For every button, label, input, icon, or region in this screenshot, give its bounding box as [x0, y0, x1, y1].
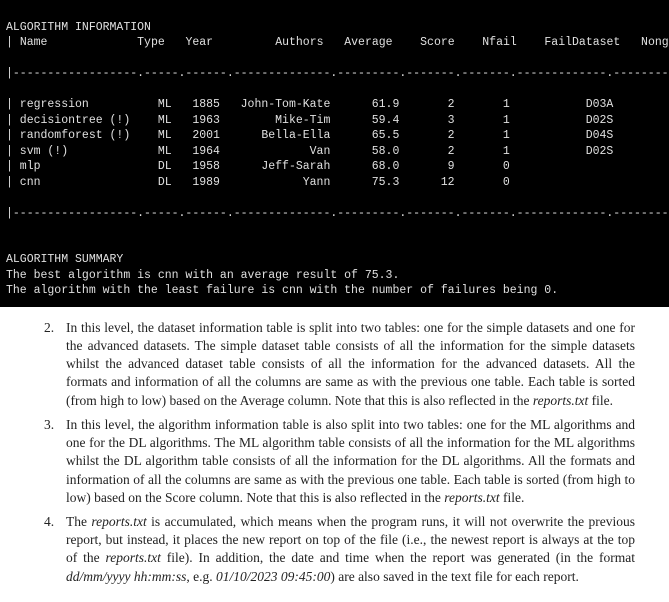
- list-item: 3. In this level, the algorithm informati…: [44, 416, 635, 507]
- col-score: Score: [420, 36, 455, 49]
- numbered-list: 2.In this level, the dataset information…: [44, 319, 635, 586]
- italic-text: reports.txt: [105, 550, 160, 565]
- list-number: 4.: [44, 513, 54, 531]
- table-row: | mlp DL 1958 Jeff-Sarah 68.0 9 0 1 |: [6, 159, 663, 175]
- col-faildataset: FailDataset: [544, 36, 620, 49]
- list-number: 2.: [44, 319, 54, 337]
- body-text: In this level, the algorithm information…: [66, 417, 635, 505]
- table-row: | randomforest (!) ML 2001 Bella-Ella 65…: [6, 128, 663, 144]
- body-text: ) are also saved in the text file for ea…: [330, 569, 579, 584]
- terminal-panel: ALGORITHM INFORMATION | Name Type Year A…: [0, 0, 669, 307]
- list-item: 2.In this level, the dataset information…: [44, 319, 635, 410]
- table-row: | cnn DL 1989 Yann 75.3 12 0 1 |: [6, 175, 663, 191]
- summary-line-2: The algorithm with the least failure is …: [6, 284, 558, 297]
- col-average: Average: [344, 36, 392, 49]
- italic-text: reports.txt: [533, 393, 588, 408]
- italic-text: 01/10/2023 09:45:00: [216, 569, 330, 584]
- table-separator: |------------------.-----.------.-------…: [6, 66, 663, 82]
- body-text: file). In addition, the date and time wh…: [161, 550, 635, 565]
- col-name: Name: [20, 36, 48, 49]
- italic-text: dd/mm/yyyy hh:mm:ss: [66, 569, 186, 584]
- italic-text: reports.txt: [444, 490, 499, 505]
- table-row: | regression ML 1885 John-Tom-Kate 61.9 …: [6, 97, 663, 113]
- body-text: , e.g.: [186, 569, 216, 584]
- col-nongoing: Nongoing: [641, 36, 669, 49]
- table-header-row: | Name Type Year Authors Average Score N…: [6, 35, 663, 51]
- italic-text: reports.txt: [91, 514, 146, 529]
- col-authors: Authors: [275, 36, 323, 49]
- document-body: 2.In this level, the dataset information…: [0, 307, 669, 602]
- list-item: 4.The reports.txt is accumulated, which …: [44, 513, 635, 586]
- body-text: The: [66, 514, 91, 529]
- body-text: file.: [588, 393, 613, 408]
- list-number: 3.: [44, 416, 54, 434]
- table-separator-bottom: |------------------.-----.------.-------…: [6, 206, 663, 222]
- table-row: | decisiontree (!) ML 1963 Mike-Tim 59.4…: [6, 113, 663, 129]
- body-text: file.: [500, 490, 525, 505]
- terminal-title: ALGORITHM INFORMATION: [6, 21, 151, 34]
- col-type: Type: [137, 36, 165, 49]
- table-row: | svm (!) ML 1964 Van 58.0 2 1 D02S 1 |: [6, 144, 663, 160]
- summary-line-1: The best algorithm is cnn with an averag…: [6, 269, 399, 282]
- col-year: Year: [185, 36, 213, 49]
- summary-title: ALGORITHM SUMMARY: [6, 253, 123, 266]
- table-body: | regression ML 1885 John-Tom-Kate 61.9 …: [6, 97, 663, 190]
- col-nfail: Nfail: [482, 36, 517, 49]
